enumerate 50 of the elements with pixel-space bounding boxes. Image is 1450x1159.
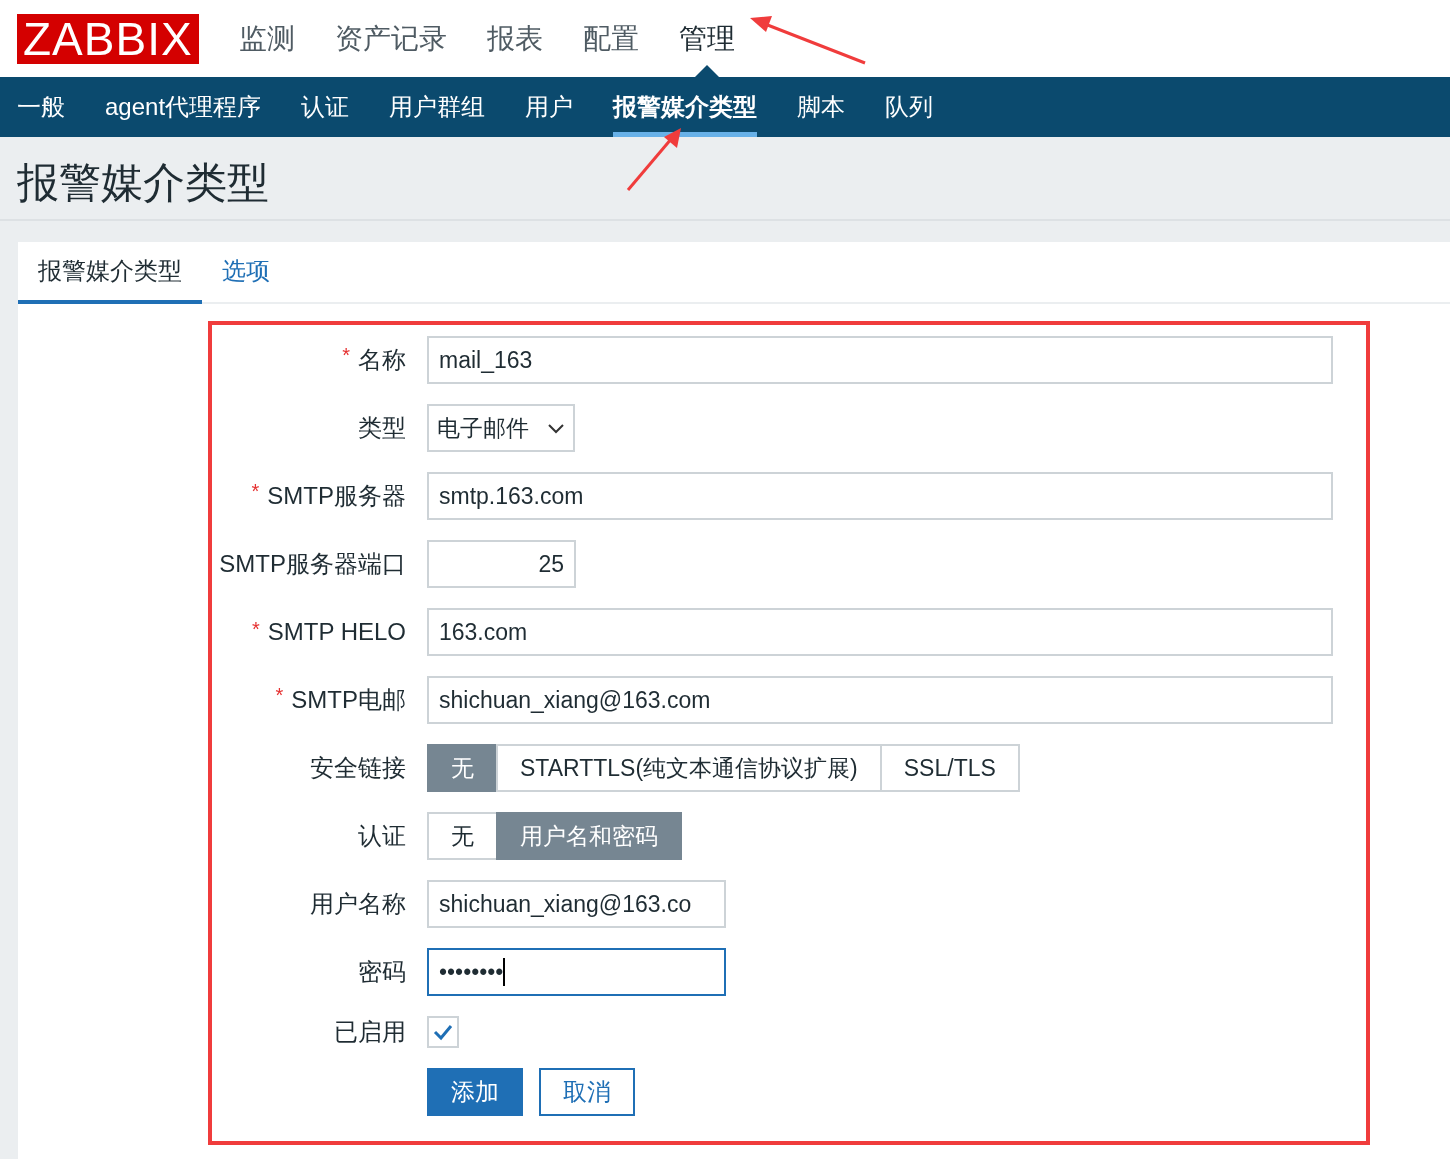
- tab[interactable]: 报警媒介类型: [18, 242, 202, 304]
- main-menu-item[interactable]: 管理: [678, 0, 735, 77]
- required-asterisk: *: [342, 344, 350, 366]
- sub-menu-item[interactable]: agent代理程序: [105, 77, 262, 137]
- input-field[interactable]: smtp.163.com: [427, 472, 1333, 520]
- form-button[interactable]: 添加: [427, 1068, 523, 1116]
- zabbix-logo[interactable]: ZABBIX: [17, 13, 199, 64]
- input-field[interactable]: 25: [427, 540, 576, 588]
- field-label: SMTP电邮: [291, 686, 406, 713]
- type-dropdown[interactable]: 电子邮件: [427, 404, 575, 452]
- sub-menu-item[interactable]: 用户群组: [389, 77, 486, 137]
- required-asterisk: *: [251, 480, 260, 502]
- checkmark-icon: [432, 1023, 454, 1041]
- main-menu-item[interactable]: 配置: [582, 0, 639, 77]
- field-label: 安全链接: [310, 754, 406, 781]
- main-menu-item[interactable]: 监测: [238, 0, 295, 77]
- radio-option[interactable]: 无: [427, 812, 498, 860]
- field-label: 已启用: [334, 1018, 406, 1045]
- sub-menu-item[interactable]: 用户: [525, 77, 574, 137]
- required-asterisk: *: [275, 684, 284, 706]
- radio-option[interactable]: STARTTLS(纯文本通信协议扩展): [496, 744, 882, 792]
- main-menu-item[interactable]: 报表: [486, 0, 543, 77]
- input-field[interactable]: ••••••••: [427, 948, 726, 996]
- field-label: 类型: [358, 414, 406, 441]
- input-field[interactable]: shichuan_xiang@163.co: [427, 880, 726, 928]
- field-label: SMTP服务器: [267, 482, 406, 509]
- annotation-arrow: [626, 128, 681, 191]
- input-field[interactable]: shichuan_xiang@163.com: [427, 676, 1333, 724]
- input-field[interactable]: mail_163: [427, 336, 1333, 384]
- radio-option[interactable]: 无: [427, 744, 498, 792]
- field-label: 用户名称: [310, 890, 406, 917]
- input-field[interactable]: 163.com: [427, 608, 1333, 656]
- sub-menu-item[interactable]: 一般: [17, 77, 65, 137]
- field-label: SMTP HELO: [267, 618, 406, 645]
- field-label: SMTP服务器端口: [219, 550, 406, 577]
- page-title: 报警媒介类型: [0, 137, 1450, 221]
- field-label: 名称: [358, 346, 406, 373]
- required-asterisk: *: [251, 618, 260, 640]
- sub-menu-item[interactable]: 脚本: [797, 77, 846, 137]
- field-label: 认证: [358, 822, 406, 849]
- main-menu-item[interactable]: 资产记录: [334, 0, 447, 77]
- chevron-down-icon: [547, 422, 565, 434]
- checkbox[interactable]: [427, 1016, 459, 1048]
- field-label: 密码: [358, 958, 406, 985]
- radio-option[interactable]: 用户名和密码: [496, 812, 682, 860]
- sub-menu-item[interactable]: 队列: [885, 77, 934, 137]
- radio-option[interactable]: SSL/TLS: [879, 744, 1020, 792]
- sub-menu-item[interactable]: 认证: [301, 77, 350, 137]
- tab[interactable]: 选项: [202, 242, 290, 304]
- form-button[interactable]: 取消: [539, 1068, 635, 1116]
